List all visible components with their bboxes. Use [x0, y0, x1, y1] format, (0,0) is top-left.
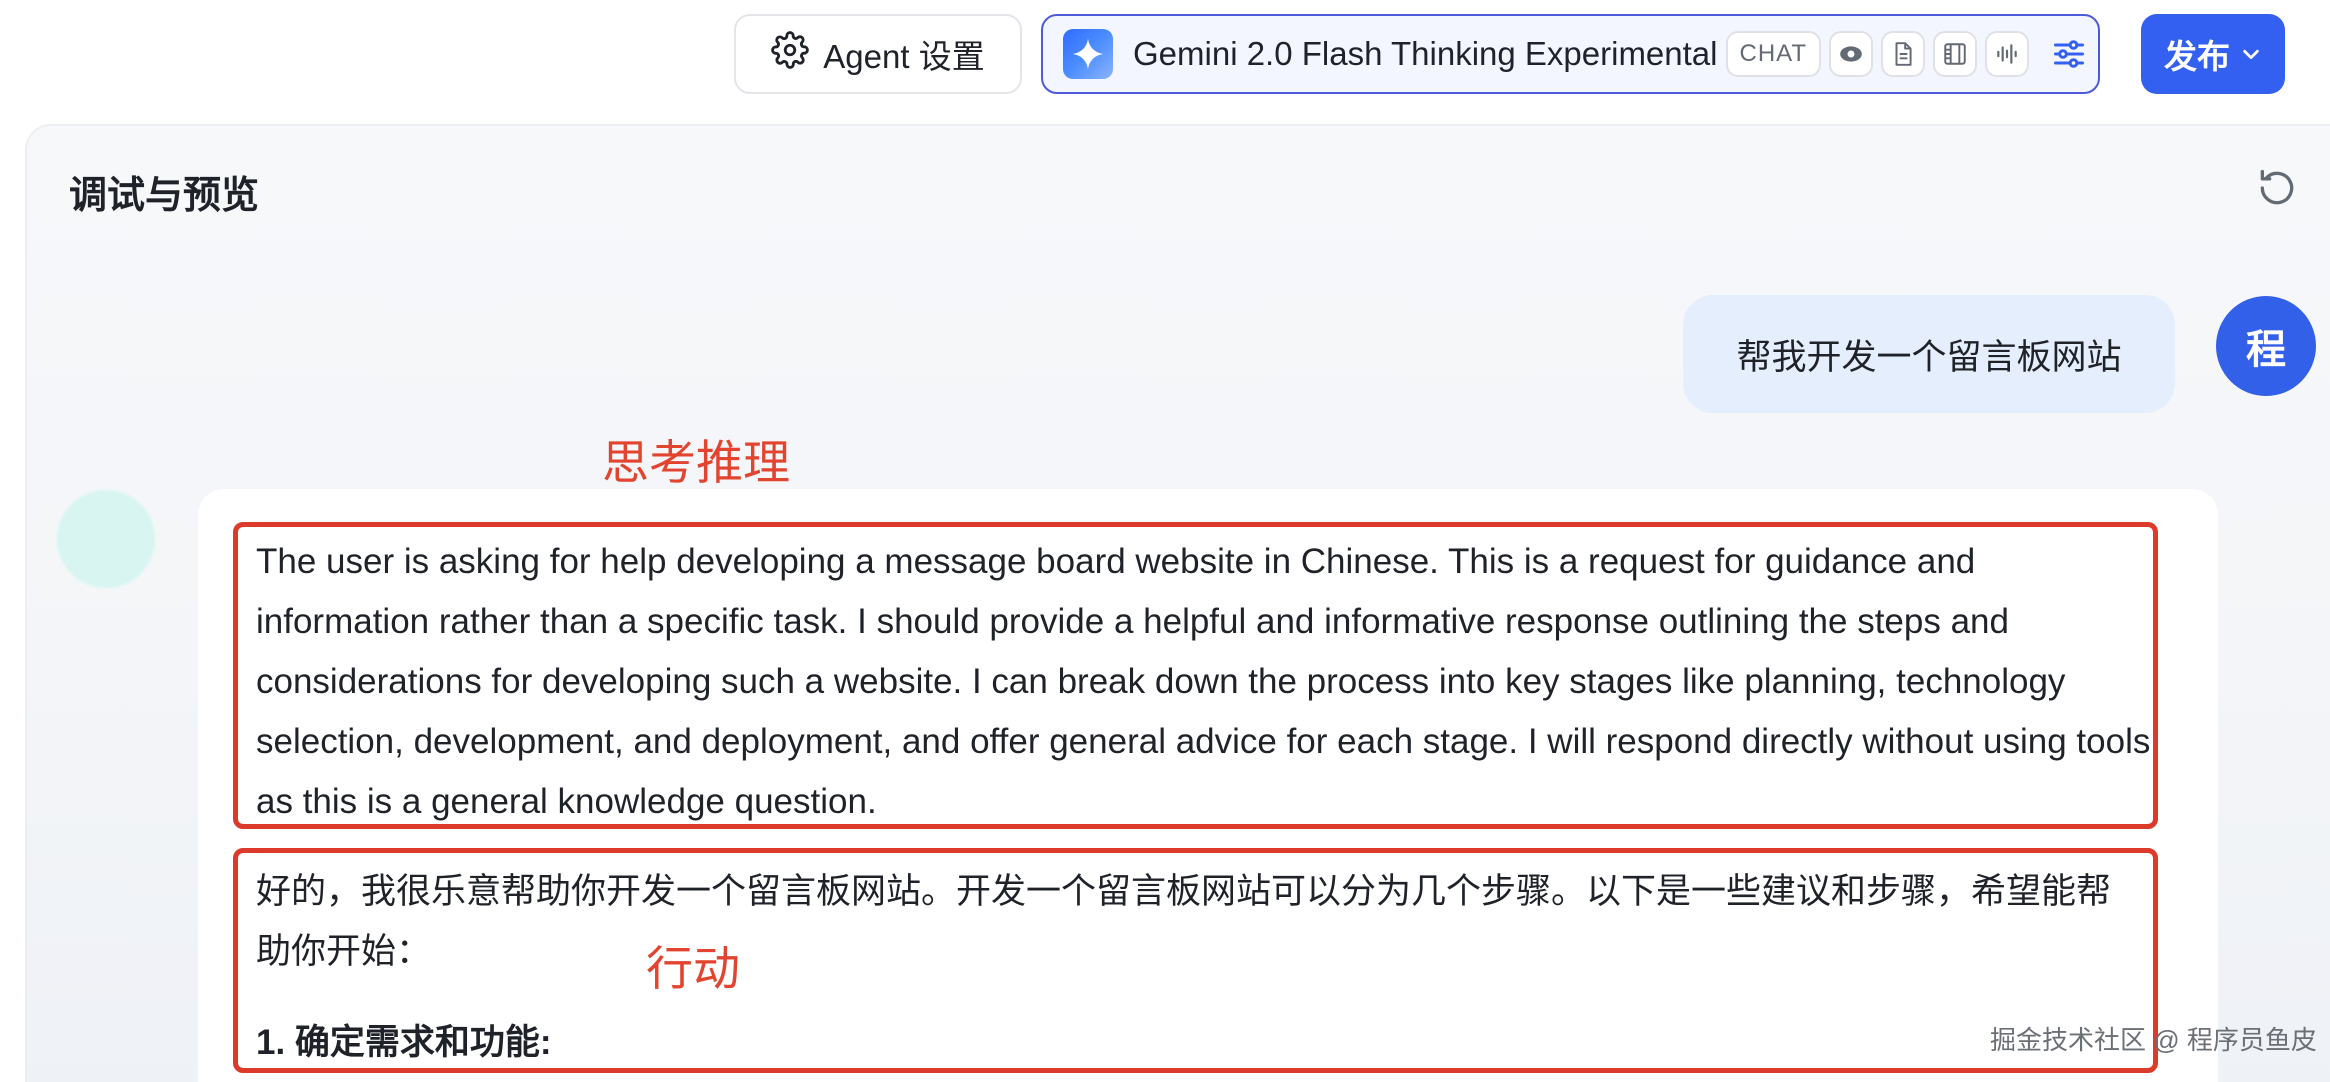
- response-heading: 1. 确定需求和功能:: [256, 1023, 552, 1062]
- user-message-text: 帮我开发一个留言板网站: [1736, 337, 2122, 377]
- model-name: Gemini 2.0 Flash Thinking Experimental: [1133, 35, 1718, 72]
- watermark: 掘金技术社区 @ 程序员鱼皮: [1990, 1025, 2317, 1055]
- gear-icon: [771, 31, 810, 77]
- model-settings-icon[interactable]: [2049, 34, 2089, 74]
- top-bar: Agent 设置 Gemini 2.0 Flash Thinking Exper…: [0, 0, 2330, 110]
- publish-label: 发布: [2164, 38, 2230, 75]
- bot-avatar: [56, 489, 156, 589]
- document-icon: [1881, 31, 1926, 77]
- thinking-annotation: 思考推理: [602, 436, 790, 489]
- model-type-badge: CHAT: [1725, 31, 1822, 77]
- reset-icon[interactable]: [2255, 166, 2299, 210]
- publish-button[interactable]: 发布: [2141, 14, 2285, 94]
- user-avatar: 程: [2216, 296, 2316, 396]
- panel-title: 调试与预览: [69, 175, 260, 217]
- thinking-text: The user is asking for help developing a…: [256, 542, 2151, 821]
- video-icon: [1933, 31, 1978, 77]
- user-message-bubble: 帮我开发一个留言板网站: [1683, 295, 2175, 413]
- agent-settings-button[interactable]: Agent 设置: [734, 14, 1022, 94]
- chevron-down-icon: [2240, 35, 2262, 73]
- agent-settings-label: Agent 设置: [823, 38, 985, 75]
- gemini-logo-icon: [1063, 29, 1113, 79]
- page: Agent 设置 Gemini 2.0 Flash Thinking Exper…: [0, 0, 2330, 1082]
- audio-icon: [1985, 31, 2030, 77]
- eye-icon: [1829, 31, 1874, 77]
- model-selector[interactable]: Gemini 2.0 Flash Thinking Experimental C…: [1041, 14, 2100, 94]
- action-annotation: 行动: [646, 942, 740, 995]
- response-intro-text: 好的，我很乐意帮助你开发一个留言板网站。开发一个留言板网站可以分为几个步骤。以下…: [256, 872, 2112, 971]
